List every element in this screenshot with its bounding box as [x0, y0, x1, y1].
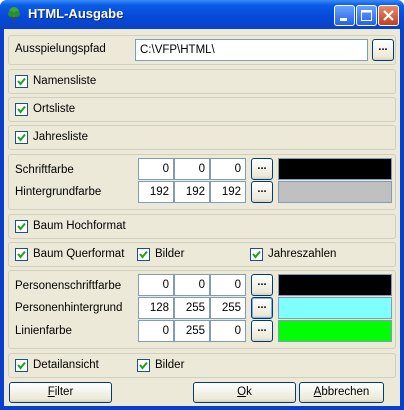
person-background-g-input[interactable]: 255 [174, 297, 210, 319]
ok-button[interactable]: Ok [193, 382, 296, 403]
text-color-b-input[interactable]: 0 [210, 158, 246, 180]
person-text-b-input[interactable]: 0 [210, 274, 246, 296]
detail-images-label: Bilder [155, 359, 185, 371]
dialog-window: HTML-Ausgabe Ausspielungspfad C:\VFP\HTM… [0, 0, 404, 410]
close-button[interactable] [378, 5, 399, 26]
person-background-b-input[interactable]: 255 [210, 297, 246, 319]
tree-portrait-label: Baum Hochformat [33, 220, 126, 232]
text-color-r-input[interactable]: 0 [138, 158, 174, 180]
detail-images-checkbox[interactable] [137, 359, 150, 372]
checkmark-icon [139, 361, 148, 370]
person-background-picker-button[interactable]: ... [251, 297, 273, 319]
tree-landscape-label: Baum Querformat [33, 248, 125, 260]
path-browse-button[interactable]: ... [372, 39, 394, 61]
text-color-picker-button[interactable]: ... [251, 158, 273, 180]
background-color-swatch [278, 181, 392, 203]
option-group-namensliste: Namensliste [8, 69, 396, 94]
maximize-icon [361, 10, 372, 21]
jahresliste-checkbox[interactable] [15, 131, 28, 144]
text-color-swatch [278, 158, 392, 180]
detail-view-label: Detailansicht [33, 359, 99, 371]
title-bar[interactable]: HTML-Ausgabe [0, 0, 404, 29]
text-color-label: Schriftfarbe [15, 164, 74, 176]
ok-accel: O [237, 386, 247, 398]
checkmark-icon [17, 133, 26, 142]
background-color-g-input[interactable]: 192 [174, 181, 210, 203]
years-label: Jahreszahlen [268, 248, 337, 260]
tree-portrait-group: Baum Hochformat [8, 214, 396, 239]
tree-images-label: Bilder [155, 248, 185, 260]
filter-rest: ilter [54, 386, 74, 398]
close-icon [383, 10, 394, 21]
path-group: Ausspielungspfad C:\VFP\HTML\ ... [8, 35, 396, 65]
window-title: HTML-Ausgabe [28, 6, 124, 21]
line-color-g-input[interactable]: 255 [174, 320, 210, 342]
person-colors-group: Personenschriftfarbe 0 0 0 ... Personenh… [8, 270, 396, 349]
tree-images-checkbox[interactable] [137, 248, 150, 261]
detail-view-group: Detailansicht Bilder [8, 353, 396, 378]
cancel-button[interactable]: Abbrechen [299, 382, 384, 403]
checkmark-icon [17, 77, 26, 86]
person-background-r-input[interactable]: 128 [138, 297, 174, 319]
dialog-body: Ausspielungspfad C:\VFP\HTML\ ... Namens… [4, 29, 400, 406]
line-color-label: Linienfarbe [15, 325, 72, 337]
ok-rest: k [246, 386, 252, 398]
line-color-picker-button[interactable]: ... [251, 320, 273, 342]
line-color-swatch [278, 320, 392, 342]
background-color-label: Hintergrundfarbe [15, 186, 102, 198]
person-text-color-swatch [278, 274, 392, 296]
tree-portrait-checkbox[interactable] [15, 220, 28, 233]
text-color-g-input[interactable]: 0 [174, 158, 210, 180]
background-color-b-input[interactable]: 192 [210, 181, 246, 203]
line-color-r-input[interactable]: 0 [138, 320, 174, 342]
path-input[interactable]: C:\VFP\HTML\ [135, 39, 368, 61]
person-text-g-input[interactable]: 0 [174, 274, 210, 296]
minimize-button[interactable] [334, 5, 355, 26]
person-text-r-input[interactable]: 0 [138, 274, 174, 296]
filter-accel: F [47, 386, 55, 398]
path-label: Ausspielungspfad [15, 43, 106, 55]
person-background-label: Personenhintergrund [15, 302, 123, 314]
text-colors-group: Schriftfarbe 0 0 0 ... Hintergrundfarbe … [8, 154, 396, 210]
filter-button[interactable]: Filter [9, 382, 112, 403]
tree-landscape-checkbox[interactable] [15, 248, 28, 261]
ortsliste-checkbox[interactable] [15, 103, 28, 116]
cancel-rest: bbrechen [321, 386, 370, 398]
background-color-picker-button[interactable]: ... [251, 181, 273, 203]
tree-landscape-group: Baum Querformat Bilder Jahreszahlen [8, 242, 396, 267]
background-color-r-input[interactable]: 192 [138, 181, 174, 203]
jahresliste-label: Jahresliste [33, 131, 88, 143]
ortsliste-label: Ortsliste [33, 103, 76, 115]
person-text-color-picker-button[interactable]: ... [251, 274, 273, 296]
option-group-jahresliste: Jahresliste [8, 125, 396, 150]
minimize-icon [340, 18, 347, 21]
checkmark-icon [252, 250, 261, 259]
maximize-button[interactable] [356, 5, 377, 26]
years-checkbox[interactable] [250, 248, 263, 261]
tree-icon [8, 7, 20, 21]
detail-view-checkbox[interactable] [15, 359, 28, 372]
checkmark-icon [17, 222, 26, 231]
checkmark-icon [139, 250, 148, 259]
person-background-swatch [278, 297, 392, 319]
namensliste-label: Namensliste [33, 75, 97, 87]
line-color-b-input[interactable]: 0 [210, 320, 246, 342]
namensliste-checkbox[interactable] [15, 75, 28, 88]
checkmark-icon [17, 105, 26, 114]
person-text-color-label: Personenschriftfarbe [15, 280, 122, 292]
checkmark-icon [17, 250, 26, 259]
checkmark-icon [17, 361, 26, 370]
option-group-ortsliste: Ortsliste [8, 97, 396, 122]
